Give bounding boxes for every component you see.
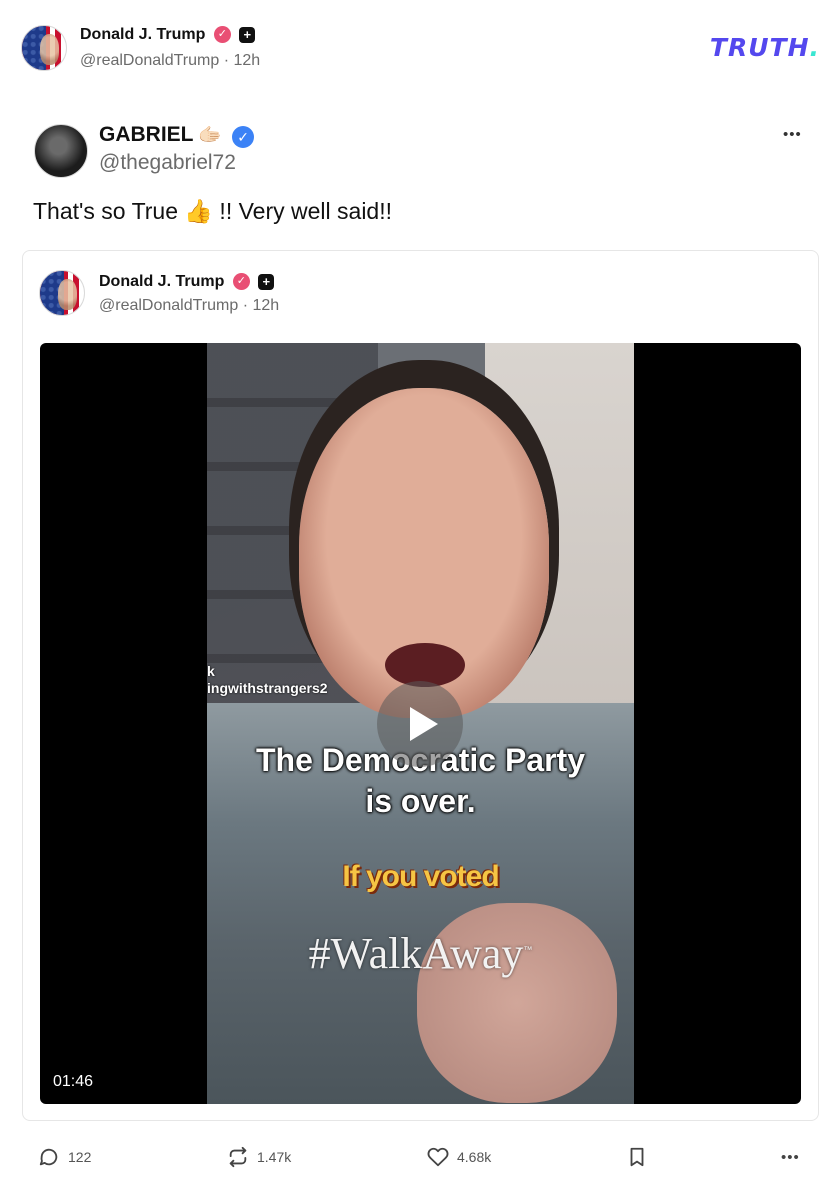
plus-badge-icon: +: [258, 273, 275, 290]
post-text-before: That's so True: [33, 198, 185, 224]
quoted-author-name[interactable]: Donald J. Trump: [99, 273, 224, 290]
brand-text: TRUTH: [709, 33, 810, 62]
retruth-author: GABRIEL 🫱🏻 ✓: [99, 123, 255, 148]
retruth-handle-row: @thegabriel72: [99, 151, 236, 175]
retruth-button[interactable]: 1.47k: [227, 1140, 291, 1174]
quoted-meta: @realDonaldTrump · 12h: [99, 297, 279, 315]
truth-logo[interactable]: TRUTH.: [710, 33, 820, 62]
verified-blue-badge-icon: ✓: [232, 125, 255, 148]
meta-separator: ·: [242, 297, 249, 314]
avatar-face: [57, 278, 78, 310]
bookmark-button[interactable]: [626, 1140, 648, 1174]
quoted-time: 12h: [252, 297, 280, 314]
quoted-post-card[interactable]: Donald J. Trump ✓ + @realDonaldTrump · 1…: [22, 250, 819, 1121]
post-time: 12h: [233, 52, 261, 69]
verified-badge-icon: ✓: [232, 273, 250, 291]
retruth-handle[interactable]: @thegabriel72: [99, 151, 236, 174]
trademark: ™: [523, 944, 533, 955]
video-caption-line2: is over.: [365, 783, 476, 819]
reply-icon: [39, 1148, 58, 1166]
verified-badge-icon: ✓: [213, 26, 231, 44]
name-emoji: 🫱🏻: [197, 125, 222, 146]
thumbs-up-emoji: 👍: [184, 198, 214, 224]
brand-dot: .: [809, 33, 820, 62]
author-avatar[interactable]: [21, 25, 67, 71]
avatar-face: [39, 33, 60, 65]
post-text-after: !! Very well said!!: [213, 198, 393, 224]
post-text: That's so True 👍 !! Very well said!!: [33, 198, 392, 225]
reply-count: 122: [68, 1149, 92, 1165]
video-duration: 01:46: [53, 1073, 94, 1090]
bookmark-icon: [630, 1147, 644, 1167]
hashtag-text: #WalkAway: [308, 929, 524, 978]
video-caption-yellow: If you voted: [342, 860, 499, 893]
play-icon[interactable]: [377, 681, 463, 767]
like-count: 4.68k: [457, 1149, 492, 1165]
retruth-avatar[interactable]: [34, 124, 88, 178]
header-meta: @realDonaldTrump · 12h: [80, 52, 260, 70]
quoted-author: Donald J. Trump ✓ +: [99, 273, 275, 291]
more-options-icon[interactable]: •••: [783, 127, 802, 142]
quoted-author-avatar[interactable]: [39, 270, 85, 316]
author-name[interactable]: Donald J. Trump: [80, 26, 205, 43]
retruth-icon: [229, 1146, 247, 1168]
more-options-icon: •••: [781, 1148, 800, 1166]
play-triangle: [410, 707, 438, 741]
like-button[interactable]: 4.68k: [427, 1140, 491, 1174]
video-watermark: k ingwithstrangers2: [207, 663, 328, 696]
action-bar: 122 1.47k 4.68k •••: [0, 1140, 840, 1174]
plus-badge-icon: +: [239, 26, 256, 43]
meta-separator: ·: [223, 52, 230, 69]
heart-icon: [427, 1147, 449, 1167]
video-player[interactable]: k ingwithstrangers2 The Democratic Party…: [40, 343, 801, 1104]
retruth-count: 1.47k: [257, 1149, 292, 1165]
header-author: Donald J. Trump ✓ +: [80, 26, 256, 44]
reply-button[interactable]: 122: [38, 1140, 91, 1174]
more-options-button[interactable]: •••: [781, 1140, 800, 1174]
author-handle[interactable]: @realDonaldTrump: [80, 52, 219, 69]
retruth-author-name[interactable]: GABRIEL: [99, 123, 194, 146]
video-hashtag: #WalkAway™: [207, 928, 634, 979]
quoted-handle[interactable]: @realDonaldTrump: [99, 297, 238, 314]
